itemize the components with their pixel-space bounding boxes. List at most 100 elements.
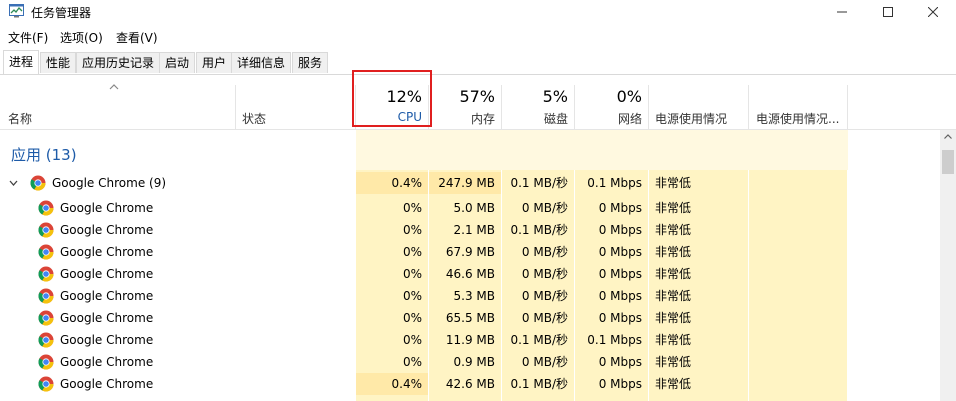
cpu-value: 0% <box>402 267 422 281</box>
tab-services[interactable]: 服务 <box>292 52 329 73</box>
process-name: Google Chrome <box>60 223 154 237</box>
power-value: 非常低 <box>655 223 692 237</box>
cpu-value: 0% <box>402 201 422 215</box>
chrome-icon <box>38 200 54 216</box>
minimize-button[interactable] <box>819 0 865 24</box>
tab-performance[interactable]: 性能 <box>40 52 77 73</box>
header-power[interactable]: 电源使用情况 <box>649 75 748 129</box>
menu-file[interactable]: 文件(F) <box>8 29 48 46</box>
process-name: Google Chrome <box>60 311 154 325</box>
header-disk-label: 磁盘 <box>543 112 568 126</box>
tab-strip: 进程 性能 应用历史记录 启动 用户 详细信息 服务 <box>0 50 956 75</box>
memory-value: 5.3 MB <box>453 289 495 303</box>
process-row[interactable]: Google Chrome 0% 11.9 MB 0.1 MB/秒 0.1 Mbps 非常… <box>0 329 940 351</box>
process-row[interactable]: Google Chrome 0% 5.0 MB 0 MB/秒 0 Mbps 非常低 <box>0 197 940 219</box>
power-value: 非常低 <box>655 201 692 215</box>
memory-value: 2.1 MB <box>453 223 495 237</box>
memory-value: 46.6 MB <box>445 267 495 281</box>
header-power-label: 电源使用情况 <box>655 112 728 126</box>
maximize-icon <box>883 7 893 17</box>
memory-value: 42.6 MB <box>445 377 495 391</box>
network-value: 0.1 Mbps <box>587 333 642 347</box>
header-memory[interactable]: 57% 内存 <box>429 75 501 129</box>
process-name: Google Chrome <box>60 355 154 369</box>
header-network-label: 网络 <box>617 112 642 126</box>
process-row[interactable]: Google Chrome 0% 67.9 MB 0 MB/秒 0 Mbps 非常低 <box>0 241 940 263</box>
header-network-percent: 0% <box>616 87 642 106</box>
menu-options[interactable]: 选项(O) <box>60 29 103 46</box>
cpu-value: 0.4% <box>356 172 428 194</box>
tab-details[interactable]: 详细信息 <box>231 52 292 73</box>
cpu-value: 0% <box>402 311 422 325</box>
column-header: 名称 状态 12% CPU 57% 内存 5% 磁盘 0% 网络 电源使用情况 … <box>0 75 956 130</box>
memory-value: 11.9 MB <box>445 333 495 347</box>
maximize-button[interactable] <box>865 0 911 24</box>
tab-processes[interactable]: 进程 <box>3 50 40 74</box>
menu-view[interactable]: 查看(V) <box>116 29 158 46</box>
cpu-value: 0% <box>402 289 422 303</box>
disk-value: 0 MB/秒 <box>521 245 568 259</box>
vertical-scrollbar[interactable] <box>940 130 956 401</box>
process-name: Google Chrome <box>60 377 154 391</box>
header-divider[interactable] <box>847 85 848 129</box>
memory-value: 65.5 MB <box>445 311 495 325</box>
chevron-down-icon[interactable] <box>9 179 18 187</box>
tab-startup[interactable]: 启动 <box>159 52 196 73</box>
process-row[interactable]: Google Chrome 0.4% 42.6 MB 0.1 MB/秒 0 Mbps 非常… <box>0 373 940 395</box>
chrome-icon <box>38 266 54 282</box>
header-disk-percent: 5% <box>542 87 568 106</box>
menu-bar: 文件(F) 选项(O) 查看(V) <box>0 26 956 46</box>
tab-users[interactable]: 用户 <box>196 52 233 73</box>
cpu-value: 0% <box>402 333 422 347</box>
header-memory-label: 内存 <box>470 112 495 126</box>
disk-value: 0.1 MB/秒 <box>510 333 568 347</box>
close-button[interactable] <box>910 0 956 24</box>
process-name: Google Chrome (9) <box>52 176 167 190</box>
power-value: 非常低 <box>655 289 692 303</box>
header-name[interactable]: 名称 <box>0 75 235 129</box>
memory-value: 5.0 MB <box>453 201 495 215</box>
header-power-trend[interactable]: 电源使用情况... <box>749 75 847 129</box>
chrome-icon <box>38 222 54 238</box>
disk-value: 0.1 MB/秒 <box>510 223 568 237</box>
minimize-icon <box>837 11 847 13</box>
network-value: 0 Mbps <box>598 377 642 391</box>
process-name: Google Chrome <box>60 289 154 303</box>
scroll-up-arrow-icon[interactable] <box>944 134 952 139</box>
process-row[interactable]: Google Chrome 0% 2.1 MB 0.1 MB/秒 0 Mbps 非常低 <box>0 219 940 241</box>
disk-value: 0 MB/秒 <box>521 355 568 369</box>
power-value: 非常低 <box>655 311 692 325</box>
network-value: 0 Mbps <box>598 267 642 281</box>
memory-value: 67.9 MB <box>445 245 495 259</box>
chrome-icon <box>38 288 54 304</box>
process-row[interactable]: Google Chrome 0% 46.6 MB 0 MB/秒 0 Mbps 非常低 <box>0 263 940 285</box>
process-row[interactable]: Google Chrome 0% 65.5 MB 0 MB/秒 0 Mbps 非常低 <box>0 307 940 329</box>
power-value: 非常低 <box>655 355 692 369</box>
process-row-parent[interactable]: Google Chrome (9) 0.4% 247.9 MB 0.1 MB/秒… <box>0 172 940 194</box>
header-status[interactable]: 状态 <box>236 75 355 129</box>
process-row[interactable]: Google Chrome 0% 5.3 MB 0 MB/秒 0 Mbps 非常低 <box>0 285 940 307</box>
window-title: 任务管理器 <box>31 6 92 20</box>
disk-value: 0 MB/秒 <box>521 267 568 281</box>
power-value: 非常低 <box>655 333 692 347</box>
header-status-label: 状态 <box>242 112 267 126</box>
chrome-icon <box>38 354 54 370</box>
scrollbar-thumb[interactable] <box>942 150 954 174</box>
network-value: 0 Mbps <box>598 289 642 303</box>
power-value: 非常低 <box>655 377 692 391</box>
memory-value: 247.9 MB <box>429 172 501 194</box>
memory-value: 0.9 MB <box>453 355 495 369</box>
process-row[interactable]: Google Chrome 0% 0.9 MB 0 MB/秒 0 Mbps 非常低 <box>0 351 940 373</box>
header-disk[interactable]: 5% 磁盘 <box>502 75 574 129</box>
header-network[interactable]: 0% 网络 <box>575 75 648 129</box>
disk-value: 0.1 MB/秒 <box>510 176 568 190</box>
power-value: 非常低 <box>655 267 692 281</box>
process-name: Google Chrome <box>60 333 154 347</box>
group-title-apps[interactable]: 应用 (13) <box>11 144 77 165</box>
chrome-icon <box>30 175 46 191</box>
tab-app-history[interactable]: 应用历史记录 <box>76 52 161 73</box>
cpu-value: 0% <box>402 245 422 259</box>
header-name-label: 名称 <box>8 112 33 126</box>
chrome-icon <box>38 376 54 392</box>
cpu-value: 0% <box>402 355 422 369</box>
